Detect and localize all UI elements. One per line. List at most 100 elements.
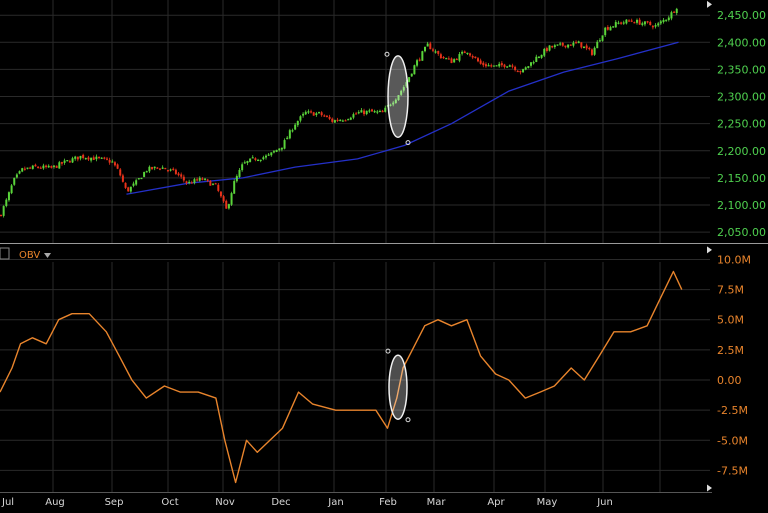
candle-down: [325, 115, 328, 117]
candle-up: [461, 51, 464, 54]
candle-down: [180, 174, 183, 177]
candle-down: [98, 156, 101, 159]
candle-down: [442, 56, 445, 59]
candle-down: [39, 167, 42, 169]
candle-up: [643, 21, 646, 25]
obv-legend-label[interactable]: OBV: [19, 250, 40, 261]
candle-up: [251, 157, 254, 159]
candle-down: [124, 182, 127, 188]
candle-down: [545, 48, 548, 52]
candle-up: [278, 148, 281, 151]
candle-up: [21, 168, 24, 172]
candle-up: [265, 155, 267, 158]
candle-up: [275, 149, 278, 152]
candle-up: [153, 166, 156, 169]
candle-up: [596, 41, 599, 49]
candle-up: [352, 114, 355, 118]
candle-up: [384, 107, 387, 112]
candle-up: [143, 172, 146, 177]
price-y-tick-label: 2,050.00: [717, 226, 766, 239]
candle-up: [286, 137, 289, 140]
candle-down: [588, 47, 591, 50]
obv-y-tick-label: 10.0M: [717, 253, 751, 266]
candle-up: [188, 181, 191, 184]
candle-down: [196, 179, 199, 181]
candle-up: [532, 62, 535, 64]
candle-up: [495, 65, 498, 67]
candle-up: [299, 116, 302, 121]
candle-up: [53, 165, 55, 167]
candle-up: [601, 35, 604, 41]
candle-up: [193, 179, 196, 183]
candle-up: [548, 45, 551, 51]
candle-down: [103, 157, 106, 159]
highlight-price-feb[interactable]: [387, 55, 409, 138]
candle-up: [540, 54, 543, 58]
candle-up: [7, 192, 10, 201]
candle-down: [328, 116, 331, 119]
candle-up: [339, 119, 342, 122]
candle-up: [357, 112, 360, 114]
candle-up: [604, 27, 607, 36]
candle-down: [371, 109, 373, 112]
x-tick-label: Jun: [596, 497, 613, 508]
candle-down: [116, 164, 119, 169]
candle-up: [2, 206, 5, 216]
candle-down: [590, 49, 593, 55]
obv-y-tick-label: -2.5M: [717, 404, 748, 417]
candle-up: [145, 171, 148, 173]
candle-up: [424, 46, 426, 52]
candle-up: [58, 162, 61, 169]
candle-down: [121, 175, 124, 182]
price-y-tick-label: 2,250.00: [717, 118, 766, 131]
x-tick-label: Oct: [161, 497, 178, 508]
candle-up: [169, 169, 172, 171]
candle-up: [583, 46, 585, 49]
candle-up: [111, 161, 114, 163]
candle-down: [172, 168, 175, 170]
price-y-tick-label: 2,100.00: [717, 199, 766, 212]
candle-up: [66, 160, 69, 162]
candle-down: [164, 167, 167, 170]
candle-up: [445, 58, 448, 60]
candle-down: [463, 51, 466, 54]
price-y-tick-label: 2,350.00: [717, 63, 766, 76]
obv-y-tick-label: 5.0M: [717, 314, 744, 327]
candle-down: [68, 161, 71, 163]
candle-up: [241, 164, 244, 171]
candle-up: [524, 67, 527, 70]
candle-up: [522, 69, 525, 73]
candle-up: [204, 178, 207, 180]
candle-up: [622, 22, 625, 24]
candle-up: [413, 65, 416, 75]
candle-down: [34, 164, 37, 167]
candle-up: [675, 8, 678, 14]
candle-up: [537, 56, 540, 58]
candle-down: [0, 214, 2, 217]
candle-up: [662, 19, 665, 23]
candle-down: [225, 200, 228, 209]
candle-up: [410, 73, 413, 77]
highlight-obv-feb[interactable]: [388, 354, 408, 420]
candle-down: [55, 165, 58, 168]
candle-down: [630, 20, 633, 22]
candle-up: [341, 120, 344, 122]
candle-up: [556, 44, 559, 46]
candle-down: [474, 56, 477, 59]
candle-up: [283, 140, 286, 149]
x-tick-label: Aug: [45, 497, 65, 508]
candle-up: [238, 169, 241, 177]
candle-down: [108, 159, 111, 163]
candle-down: [503, 64, 506, 68]
candle-down: [310, 111, 313, 113]
candle-down: [633, 22, 636, 24]
candle-up: [272, 151, 275, 153]
candle-down: [651, 25, 654, 28]
candle-up: [249, 158, 252, 162]
candle-up: [416, 60, 419, 66]
candle-down: [575, 42, 578, 44]
candle-down: [331, 118, 334, 122]
candle-down: [355, 113, 358, 115]
candle-up: [527, 66, 530, 68]
x-tick-label: Mar: [427, 497, 447, 508]
